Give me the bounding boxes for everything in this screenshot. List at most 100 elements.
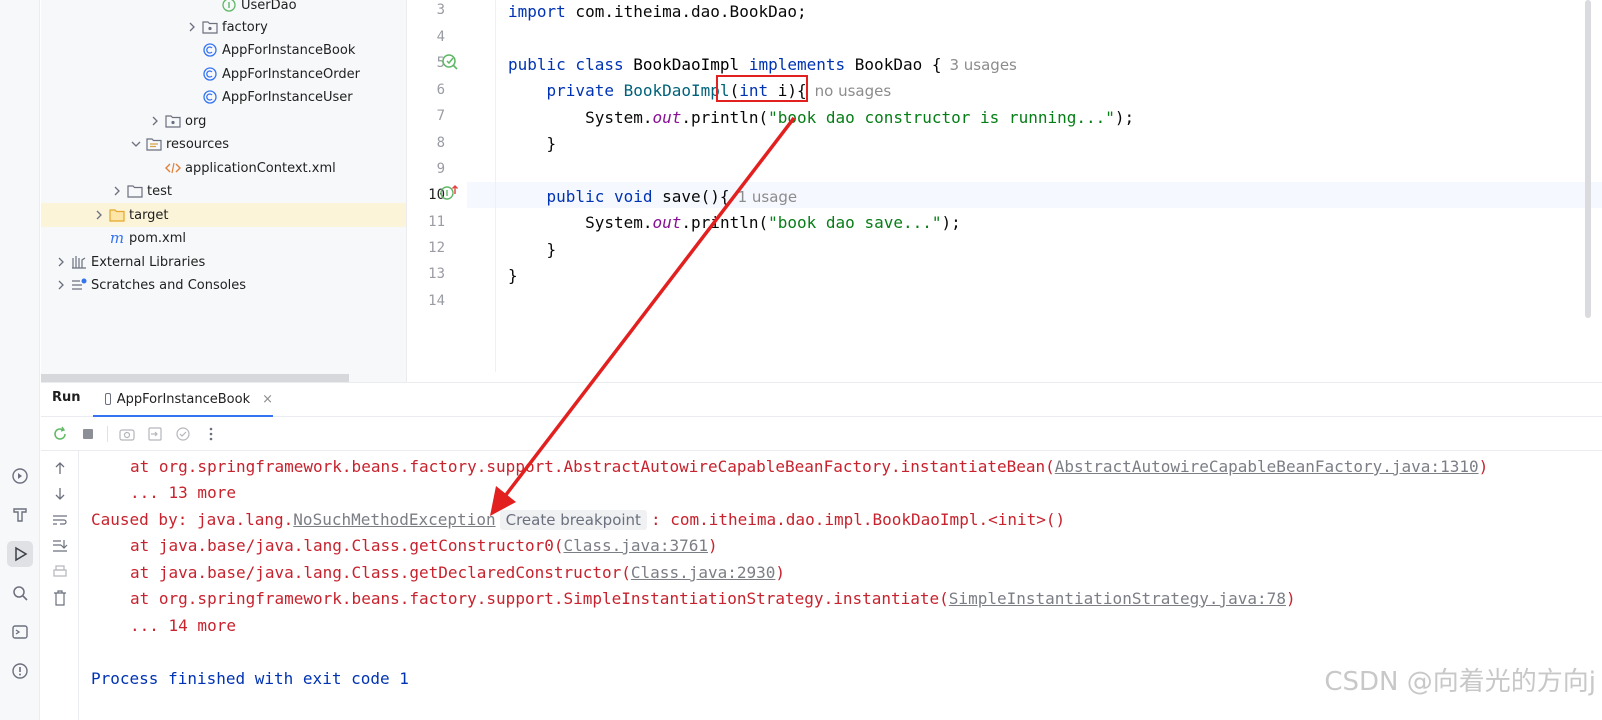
rerun-icon[interactable] — [51, 425, 69, 443]
tree-horizontal-scrollbar[interactable] — [41, 374, 349, 382]
line-number: 3 — [436, 2, 445, 18]
line-number: 7 — [436, 108, 445, 124]
xml-icon — [165, 160, 181, 176]
soft-wrap-icon[interactable] — [51, 511, 69, 529]
run-toolbar — [41, 417, 1602, 451]
console-line: at org.springframework.beans.factory.sup… — [130, 457, 1489, 476]
console-line: at java.base/java.lang.Class.getDeclared… — [130, 563, 786, 582]
chevron-right-icon[interactable] — [91, 207, 107, 223]
implements-method-icon[interactable] — [440, 184, 460, 206]
print-icon[interactable] — [51, 563, 69, 581]
tree-item-appforinstanceorder[interactable]: AppForInstanceOrder — [41, 62, 406, 86]
create-breakpoint-chip[interactable]: Create breakpoint — [499, 510, 647, 530]
package-icon — [202, 19, 218, 35]
arrow-up-icon[interactable] — [51, 459, 69, 477]
code-line-3: import com.itheima.dao.BookDao; — [508, 2, 807, 21]
implemented-class-icon[interactable] — [441, 53, 459, 75]
code-line-5: public class BookDaoImpl implements Book… — [508, 55, 1017, 74]
import-icon[interactable] — [146, 425, 164, 443]
activity-bar — [0, 0, 40, 720]
line-number: 6 — [436, 82, 445, 98]
project-tree: UserDao factory AppForInstanceBook AppFo… — [41, 0, 407, 382]
chevron-down-icon[interactable] — [128, 136, 144, 152]
tree-item-label: AppForInstanceUser — [222, 89, 353, 105]
scratches-icon — [71, 277, 87, 293]
camera-icon[interactable] — [118, 425, 136, 443]
problems-icon[interactable] — [7, 658, 33, 684]
code-editor[interactable]: 3 4 5 6 7 8 9 10 11 12 13 14 import com.… — [407, 0, 1602, 382]
tree-item-label: AppForInstanceBook — [222, 42, 356, 58]
interface-icon — [221, 0, 237, 13]
tree-item-label: UserDao — [241, 0, 297, 13]
line-number: 14 — [428, 293, 445, 309]
line-number: 12 — [428, 240, 445, 256]
stop-icon[interactable] — [79, 425, 97, 443]
console-line: ... 13 more — [130, 483, 236, 502]
build-icon[interactable] — [7, 502, 33, 528]
scroll-to-end-icon[interactable] — [51, 537, 69, 555]
tree-item-factory[interactable]: factory — [41, 15, 406, 39]
line-number: 4 — [436, 29, 445, 45]
code-line-13: } — [508, 266, 518, 285]
folder-icon — [127, 183, 143, 199]
chevron-right-icon[interactable] — [53, 277, 69, 293]
chevron-right-icon[interactable] — [184, 19, 200, 35]
arrow-down-icon[interactable] — [51, 485, 69, 503]
chevron-right-icon[interactable] — [53, 254, 69, 270]
trash-icon[interactable] — [51, 589, 69, 607]
code-line-8: } — [508, 134, 557, 153]
code-line-6: private BookDaoImpl(int i){no usages — [508, 81, 892, 100]
resources-folder-icon — [146, 136, 162, 152]
coverage-icon[interactable] — [174, 425, 192, 443]
line-number: 5 — [436, 55, 445, 71]
tree-item-target[interactable]: target — [41, 203, 406, 227]
tab-appforinstancebook[interactable]: AppForInstanceBook × — [93, 383, 273, 417]
usages-hint: no usages — [814, 82, 892, 100]
tree-item-test[interactable]: test — [41, 179, 406, 203]
console-side-toolbar — [41, 451, 79, 720]
maven-icon: m — [109, 229, 125, 247]
line-number: 11 — [428, 214, 445, 230]
tree-item-label: target — [129, 207, 169, 223]
services-icon[interactable] — [7, 463, 33, 489]
chevron-right-icon[interactable] — [147, 113, 163, 129]
chevron-right-icon[interactable] — [109, 183, 125, 199]
tree-item-appforinstancebook[interactable]: AppForInstanceBook — [41, 38, 406, 62]
editor-vertical-scrollbar[interactable] — [1585, 0, 1591, 318]
terminal-icon[interactable] — [7, 619, 33, 645]
tree-item-appforinstanceuser[interactable]: AppForInstanceUser — [41, 85, 406, 109]
tree-item-pom[interactable]: m pom.xml — [41, 226, 406, 250]
usages-hint: 3 usages — [949, 56, 1017, 74]
tree-item-label: resources — [166, 136, 230, 152]
stack-link[interactable]: AbstractAutowireCapableBeanFactory.java:… — [1055, 457, 1479, 476]
tree-item-label: Scratches and Consoles — [91, 277, 247, 293]
console-line: at org.springframework.beans.factory.sup… — [130, 589, 1296, 608]
tree-item-label: applicationContext.xml — [185, 160, 336, 176]
tree-item-applicationcontext[interactable]: applicationContext.xml — [41, 156, 406, 180]
tree-item-org[interactable]: org — [41, 109, 406, 133]
tab-label: AppForInstanceBook — [116, 391, 251, 407]
run-icon[interactable] — [7, 541, 33, 567]
usages-hint: 1 usage — [737, 188, 798, 206]
code-line-10: public void save(){1 usage — [508, 187, 798, 206]
class-run-icon — [202, 89, 218, 105]
stack-link[interactable]: Class.java:3761 — [563, 536, 708, 555]
tree-item-label: factory — [222, 19, 268, 35]
search-icon[interactable] — [7, 580, 33, 606]
close-icon[interactable]: × — [262, 392, 273, 407]
tree-item-label: test — [147, 183, 172, 199]
package-icon — [165, 113, 181, 129]
tree-item-external-libraries[interactable]: External Libraries — [41, 250, 406, 274]
stack-link[interactable]: Class.java:2930 — [631, 563, 776, 582]
run-title: Run — [52, 390, 81, 405]
stack-link[interactable]: SimpleInstantiationStrategy.java:78 — [949, 589, 1286, 608]
exception-link[interactable]: NoSuchMethodException — [293, 510, 495, 529]
code-line-11: System.out.println("book dao save..."); — [508, 213, 961, 232]
tree-item-label: AppForInstanceOrder — [222, 66, 360, 82]
tree-item-label: org — [185, 113, 207, 129]
more-options-icon[interactable] — [202, 425, 220, 443]
tree-item-scratches[interactable]: Scratches and Consoles — [41, 273, 406, 297]
console-line: at java.base/java.lang.Class.getConstruc… — [130, 536, 718, 555]
run-config-icon — [105, 393, 111, 405]
tree-item-resources[interactable]: resources — [41, 132, 406, 156]
